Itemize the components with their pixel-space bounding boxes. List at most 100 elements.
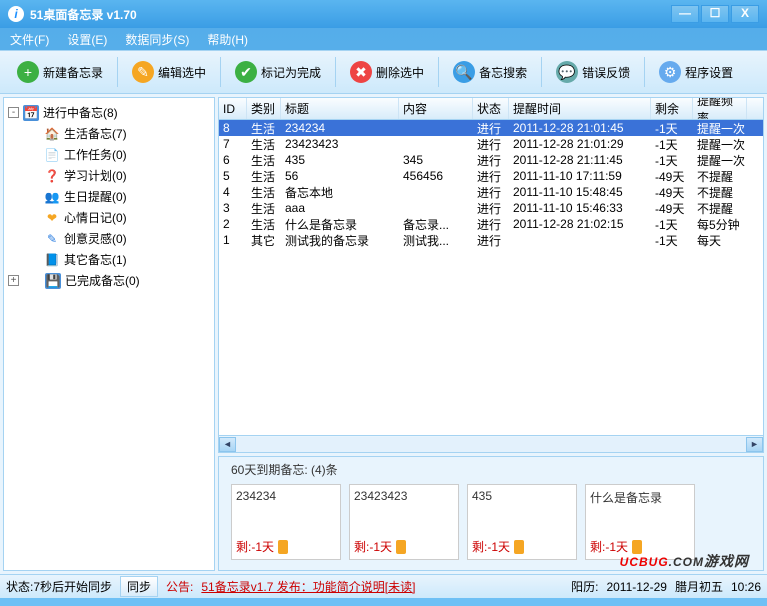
- cell-content: 345: [399, 153, 473, 167]
- cell-remain: -1天: [651, 120, 693, 137]
- toolbar-button[interactable]: 💬错误反馈: [545, 56, 641, 88]
- cell-remain: -1天: [651, 152, 693, 169]
- close-button[interactable]: X: [731, 5, 759, 23]
- toolbar-button[interactable]: ✔标记为完成: [224, 56, 332, 88]
- toolbar-button[interactable]: 🔍备忘搜索: [442, 56, 538, 88]
- card-title: 什么是备忘录: [590, 489, 690, 506]
- menu-bar: 文件(F) 设置(E) 数据同步(S) 帮助(H): [0, 28, 767, 50]
- tree-item-label: 心情日记(0): [64, 209, 127, 226]
- sync-button[interactable]: 同步: [120, 576, 158, 597]
- category-icon: 🏠: [44, 126, 60, 142]
- cell-freq: 每5分钟: [693, 216, 747, 233]
- menu-settings[interactable]: 设置(E): [67, 31, 107, 48]
- cell-title: 56: [281, 169, 399, 183]
- cell-remain: -49天: [651, 184, 693, 201]
- table-row[interactable]: 8生活234234进行2011-12-28 21:01:45-1天提醒一次: [219, 120, 763, 136]
- table-row[interactable]: 5生活56456456进行2011-11-10 17:11:59-49天不提醒: [219, 168, 763, 184]
- table-row[interactable]: 3生活aaa进行2011-11-10 15:46:33-49天不提醒: [219, 200, 763, 216]
- expander-icon[interactable]: -: [8, 107, 19, 118]
- cell-status: 进行: [473, 152, 509, 169]
- menu-file[interactable]: 文件(F): [10, 31, 49, 48]
- tree-item[interactable]: ❓学习计划(0): [8, 165, 210, 186]
- notice-link[interactable]: 51备忘录v1.7 发布：功能简介说明[未读]: [201, 578, 415, 595]
- column-header[interactable]: 提醒频率: [693, 98, 747, 119]
- cell-status: 进行: [473, 168, 509, 185]
- watermark: UCBUG.COM游戏网: [620, 546, 749, 572]
- maximize-button[interactable]: ☐: [701, 5, 729, 23]
- column-header[interactable]: ID: [219, 98, 247, 119]
- tree-item[interactable]: 📄工作任务(0): [8, 144, 210, 165]
- cell-id: 7: [219, 137, 247, 151]
- cell-title: 测试我的备忘录: [281, 232, 399, 249]
- tree-item[interactable]: 👥生日提醒(0): [8, 186, 210, 207]
- tree-item-label: 工作任务(0): [64, 146, 127, 163]
- table-row[interactable]: 1其它测试我的备忘录测试我...进行-1天每天: [219, 232, 763, 248]
- expire-card[interactable]: 23423423剩:-1天: [349, 484, 459, 560]
- scroll-track[interactable]: [236, 437, 746, 452]
- horizontal-scrollbar[interactable]: ◄ ►: [219, 435, 763, 452]
- menu-sync[interactable]: 数据同步(S): [125, 31, 189, 48]
- status-bar: 状态:7秒后开始同步 同步 公告: 51备忘录v1.7 发布：功能简介说明[未读…: [0, 574, 767, 598]
- sidebar-tree: - 📅 进行中备忘(8) 🏠生活备忘(7)📄工作任务(0)❓学习计划(0)👥生日…: [3, 97, 215, 571]
- table-row[interactable]: 7生活23423423进行2011-12-28 21:01:29-1天提醒一次: [219, 136, 763, 152]
- cell-time: 2011-12-28 21:02:15: [509, 217, 651, 231]
- column-header[interactable]: 内容: [399, 98, 473, 119]
- tree-item[interactable]: ❤心情日记(0): [8, 207, 210, 228]
- toolbar-icon: 💬: [556, 61, 578, 83]
- tree-item[interactable]: 📘其它备忘(1): [8, 249, 210, 270]
- column-header[interactable]: 类别: [247, 98, 281, 119]
- column-header[interactable]: 状态: [473, 98, 509, 119]
- cell-cat: 生活: [247, 168, 281, 185]
- table-row[interactable]: 2生活什么是备忘录备忘录...进行2011-12-28 21:02:15-1天每…: [219, 216, 763, 232]
- memo-table: ID类别标题内容状态提醒时间剩余提醒频率 8生活234234进行2011-12-…: [218, 97, 764, 453]
- category-icon: 📘: [44, 252, 60, 268]
- toolbar-button[interactable]: +新建备忘录: [6, 56, 114, 88]
- table-row[interactable]: 6生活435345进行2011-12-28 21:11:45-1天提醒一次: [219, 152, 763, 168]
- cell-time: 2011-12-28 21:01:45: [509, 121, 651, 135]
- notice-label: 公告:: [166, 578, 193, 595]
- cell-content: 456456: [399, 169, 473, 183]
- tree-root-done[interactable]: + 💾 已完成备忘(0): [8, 270, 210, 291]
- cell-remain: -49天: [651, 200, 693, 217]
- cell-status: 进行: [473, 200, 509, 217]
- toolbar-label: 新建备忘录: [43, 64, 103, 81]
- scroll-right-button[interactable]: ►: [746, 437, 763, 452]
- column-header[interactable]: 标题: [281, 98, 399, 119]
- cell-title: 什么是备忘录: [281, 216, 399, 233]
- column-header[interactable]: 剩余: [651, 98, 693, 119]
- tree-item-label: 生日提醒(0): [64, 188, 127, 205]
- cell-title: 234234: [281, 121, 399, 135]
- window-title: 51桌面备忘录 v1.70: [30, 6, 137, 23]
- expander-icon[interactable]: +: [8, 275, 19, 286]
- tree-label: 已完成备忘(0): [65, 272, 140, 289]
- toolbar-button[interactable]: ⚙程序设置: [648, 56, 744, 88]
- tree-item[interactable]: ✎创意灵感(0): [8, 228, 210, 249]
- scroll-left-button[interactable]: ◄: [219, 437, 236, 452]
- cell-cat: 生活: [247, 216, 281, 233]
- menu-help[interactable]: 帮助(H): [207, 31, 248, 48]
- cell-remain: -49天: [651, 168, 693, 185]
- toolbar-button[interactable]: ✎编辑选中: [121, 56, 217, 88]
- expire-card[interactable]: 234234剩:-1天: [231, 484, 341, 560]
- tree-root-inprogress[interactable]: - 📅 进行中备忘(8): [8, 102, 210, 123]
- minimize-button[interactable]: —: [671, 5, 699, 23]
- cell-id: 8: [219, 121, 247, 135]
- column-header[interactable]: 提醒时间: [509, 98, 651, 119]
- toolbar-label: 备忘搜索: [479, 64, 527, 81]
- expire-card[interactable]: 435剩:-1天: [467, 484, 577, 560]
- table-row[interactable]: 4生活备忘本地进行2011-11-10 15:48:45-49天不提醒: [219, 184, 763, 200]
- tree-item-label: 生活备忘(7): [64, 125, 127, 142]
- cell-content: 测试我...: [399, 232, 473, 249]
- toolbar-label: 删除选中: [376, 64, 424, 81]
- card-remain: 剩:-1天: [236, 538, 336, 555]
- toolbar-button[interactable]: ✖删除选中: [339, 56, 435, 88]
- cell-title: aaa: [281, 201, 399, 215]
- solar-date: 2011-12-29: [606, 580, 667, 594]
- toolbar-icon: ✔: [235, 61, 257, 83]
- card-title: 435: [472, 489, 572, 503]
- cell-cat: 生活: [247, 200, 281, 217]
- tree-item[interactable]: 🏠生活备忘(7): [8, 123, 210, 144]
- tree-item-label: 创意灵感(0): [64, 230, 127, 247]
- cell-status: 进行: [473, 120, 509, 137]
- cell-time: 2011-11-10 15:48:45: [509, 185, 651, 199]
